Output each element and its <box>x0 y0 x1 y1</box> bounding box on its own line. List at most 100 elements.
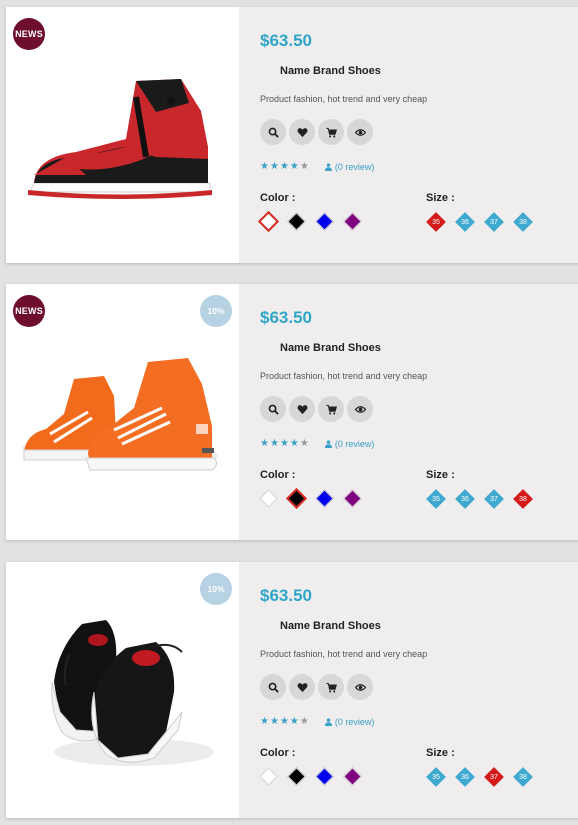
cart-icon <box>325 404 337 414</box>
quick-view-button[interactable] <box>260 674 286 700</box>
size-label: Size : <box>426 747 455 759</box>
color-swatch-blue[interactable] <box>315 212 334 231</box>
user-icon <box>324 163 332 171</box>
star-icon: ★ <box>289 716 299 727</box>
size-value: 36 <box>461 773 469 781</box>
color-label: Color : <box>260 192 296 204</box>
color-swatch-black[interactable] <box>287 212 306 231</box>
size-value: 37 <box>490 218 498 226</box>
star-icon: ★ <box>279 716 289 727</box>
discount-badge: 10% <box>200 295 232 327</box>
review-count: (0 review) <box>334 717 375 727</box>
star-icon: ★ <box>299 438 309 449</box>
color-swatch-white[interactable] <box>259 767 278 786</box>
product-info: $63.50 Name Brand Shoes Product fashion,… <box>239 562 578 818</box>
user-icon <box>324 440 332 448</box>
size-option[interactable]: 37 <box>484 212 504 232</box>
size-option[interactable]: 36 <box>455 489 475 509</box>
color-swatch-blue[interactable] <box>315 767 334 786</box>
size-option[interactable]: 38 <box>513 767 533 787</box>
size-option[interactable]: 37 <box>484 489 504 509</box>
star-icon: ★ <box>299 716 309 727</box>
size-options: 35 36 37 38 <box>426 489 533 509</box>
wishlist-button[interactable] <box>289 119 315 145</box>
color-swatch-blue[interactable] <box>315 489 334 508</box>
product-image[interactable]: 10% <box>6 562 239 818</box>
size-label: Size : <box>426 192 455 204</box>
color-swatch-white[interactable] <box>259 489 278 508</box>
color-swatch-black[interactable] <box>287 767 306 786</box>
color-swatch-purple[interactable] <box>343 767 362 786</box>
preview-button[interactable] <box>347 674 373 700</box>
sneaker-image <box>28 79 212 199</box>
search-icon <box>268 404 279 415</box>
quick-view-button[interactable] <box>260 119 286 145</box>
product-price: $63.50 <box>260 308 312 327</box>
product-description: Product fashion, hot trend and very chea… <box>260 371 428 381</box>
color-swatch-purple[interactable] <box>343 489 362 508</box>
color-options <box>259 767 362 786</box>
star-icon: ★ <box>289 161 299 172</box>
size-option[interactable]: 35 <box>426 212 446 232</box>
discount-badge: 10% <box>200 573 232 605</box>
product-title[interactable]: Name Brand Shoes <box>280 620 381 632</box>
size-option[interactable]: 37 <box>484 767 504 787</box>
product-card: NEWS $63.50 Name Brand Shoes Product fas… <box>6 7 578 263</box>
review-link[interactable]: (0 review) <box>324 439 374 449</box>
product-title[interactable]: Name Brand Shoes <box>280 65 381 77</box>
product-image[interactable]: NEWS <box>6 7 239 263</box>
user-icon <box>324 718 332 726</box>
size-label: Size : <box>426 469 455 481</box>
quick-view-button[interactable] <box>260 396 286 422</box>
star-icon: ★ <box>269 438 279 449</box>
star-icon: ★ <box>299 161 309 172</box>
size-option[interactable]: 35 <box>426 767 446 787</box>
product-title[interactable]: Name Brand Shoes <box>280 342 381 354</box>
star-icon: ★ <box>269 716 279 727</box>
color-swatch-white[interactable] <box>257 210 280 233</box>
size-options: 35 36 37 38 <box>426 212 533 232</box>
size-value: 36 <box>461 218 469 226</box>
color-options <box>259 487 362 510</box>
product-actions <box>260 119 373 145</box>
star-icon: ★ <box>279 438 289 449</box>
size-option[interactable]: 38 <box>513 489 533 509</box>
size-value: 35 <box>432 495 440 503</box>
size-value: 35 <box>432 218 440 226</box>
star-icon: ★ <box>260 716 269 727</box>
color-swatch-black[interactable] <box>285 487 308 510</box>
add-to-cart-button[interactable] <box>318 674 344 700</box>
product-actions <box>260 674 373 700</box>
size-option[interactable]: 36 <box>455 767 475 787</box>
eye-icon <box>354 683 366 691</box>
color-options <box>257 210 362 233</box>
size-option[interactable]: 36 <box>455 212 475 232</box>
wishlist-button[interactable] <box>289 396 315 422</box>
wishlist-button[interactable] <box>289 674 315 700</box>
product-description: Product fashion, hot trend and very chea… <box>260 649 428 659</box>
preview-button[interactable] <box>347 119 373 145</box>
preview-button[interactable] <box>347 396 373 422</box>
size-option[interactable]: 38 <box>513 212 533 232</box>
color-label: Color : <box>260 469 296 481</box>
review-link[interactable]: (0 review) <box>324 717 375 727</box>
search-icon <box>268 682 279 693</box>
size-value: 38 <box>519 218 527 226</box>
product-rating: ★ ★ ★ ★ ★ (0 review) <box>260 161 374 173</box>
heart-icon <box>297 682 307 692</box>
eye-icon <box>354 405 366 413</box>
product-image[interactable]: NEWS 10% <box>6 284 239 540</box>
color-swatch-purple[interactable] <box>343 212 362 231</box>
heart-icon <box>297 127 307 137</box>
star-icon: ★ <box>260 161 269 172</box>
size-option[interactable]: 35 <box>426 489 446 509</box>
size-options: 35 36 37 38 <box>426 767 533 787</box>
star-icon: ★ <box>260 438 269 449</box>
product-info: $63.50 Name Brand Shoes Product fashion,… <box>239 284 578 540</box>
product-rating: ★ ★ ★ ★ ★ (0 review) <box>260 716 375 728</box>
review-link[interactable]: (0 review) <box>324 162 374 172</box>
size-value: 38 <box>519 773 527 781</box>
product-actions <box>260 396 373 422</box>
add-to-cart-button[interactable] <box>318 119 344 145</box>
add-to-cart-button[interactable] <box>318 396 344 422</box>
